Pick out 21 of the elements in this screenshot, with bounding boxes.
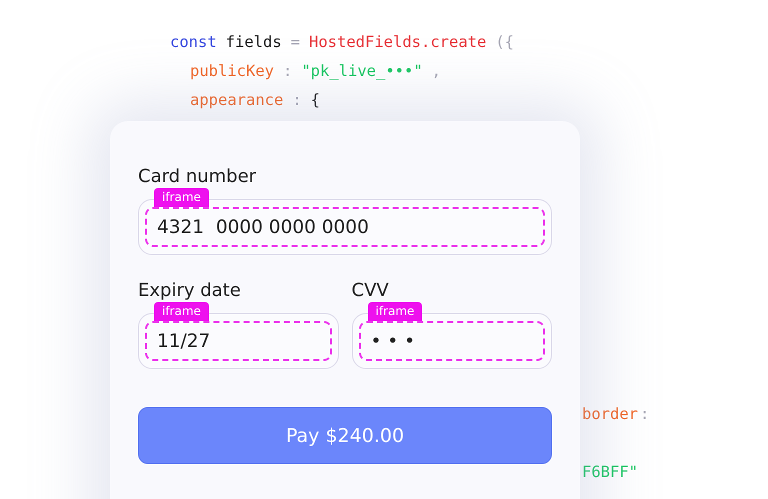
code-keyword: const	[170, 32, 217, 53]
code-punctuation: :	[292, 90, 302, 111]
iframe-tag: iframe	[154, 302, 209, 321]
field-label: CVV	[352, 279, 390, 303]
code-property: border	[582, 404, 638, 425]
code-identifier: {	[310, 90, 320, 111]
code-property: appearance	[190, 90, 284, 111]
code-function-call: HostedFields.create	[309, 32, 486, 53]
code-punctuation: ({	[495, 32, 514, 53]
code-punctuation: :	[283, 61, 292, 82]
iframe-tag: iframe	[154, 188, 209, 207]
code-punctuation: ,	[432, 61, 442, 82]
code-string: F6BFF"	[582, 462, 638, 483]
code-property: publicKey	[190, 61, 274, 82]
code-punctuation: :	[640, 404, 650, 425]
field-label: Card number	[138, 165, 258, 189]
iframe-tag: iframe	[368, 302, 422, 321]
code-punctuation: =	[290, 32, 300, 53]
code-identifier: fields	[226, 32, 282, 53]
code-string: "pk_live_•••"	[301, 61, 423, 82]
field-label: Expiry date	[138, 279, 242, 303]
